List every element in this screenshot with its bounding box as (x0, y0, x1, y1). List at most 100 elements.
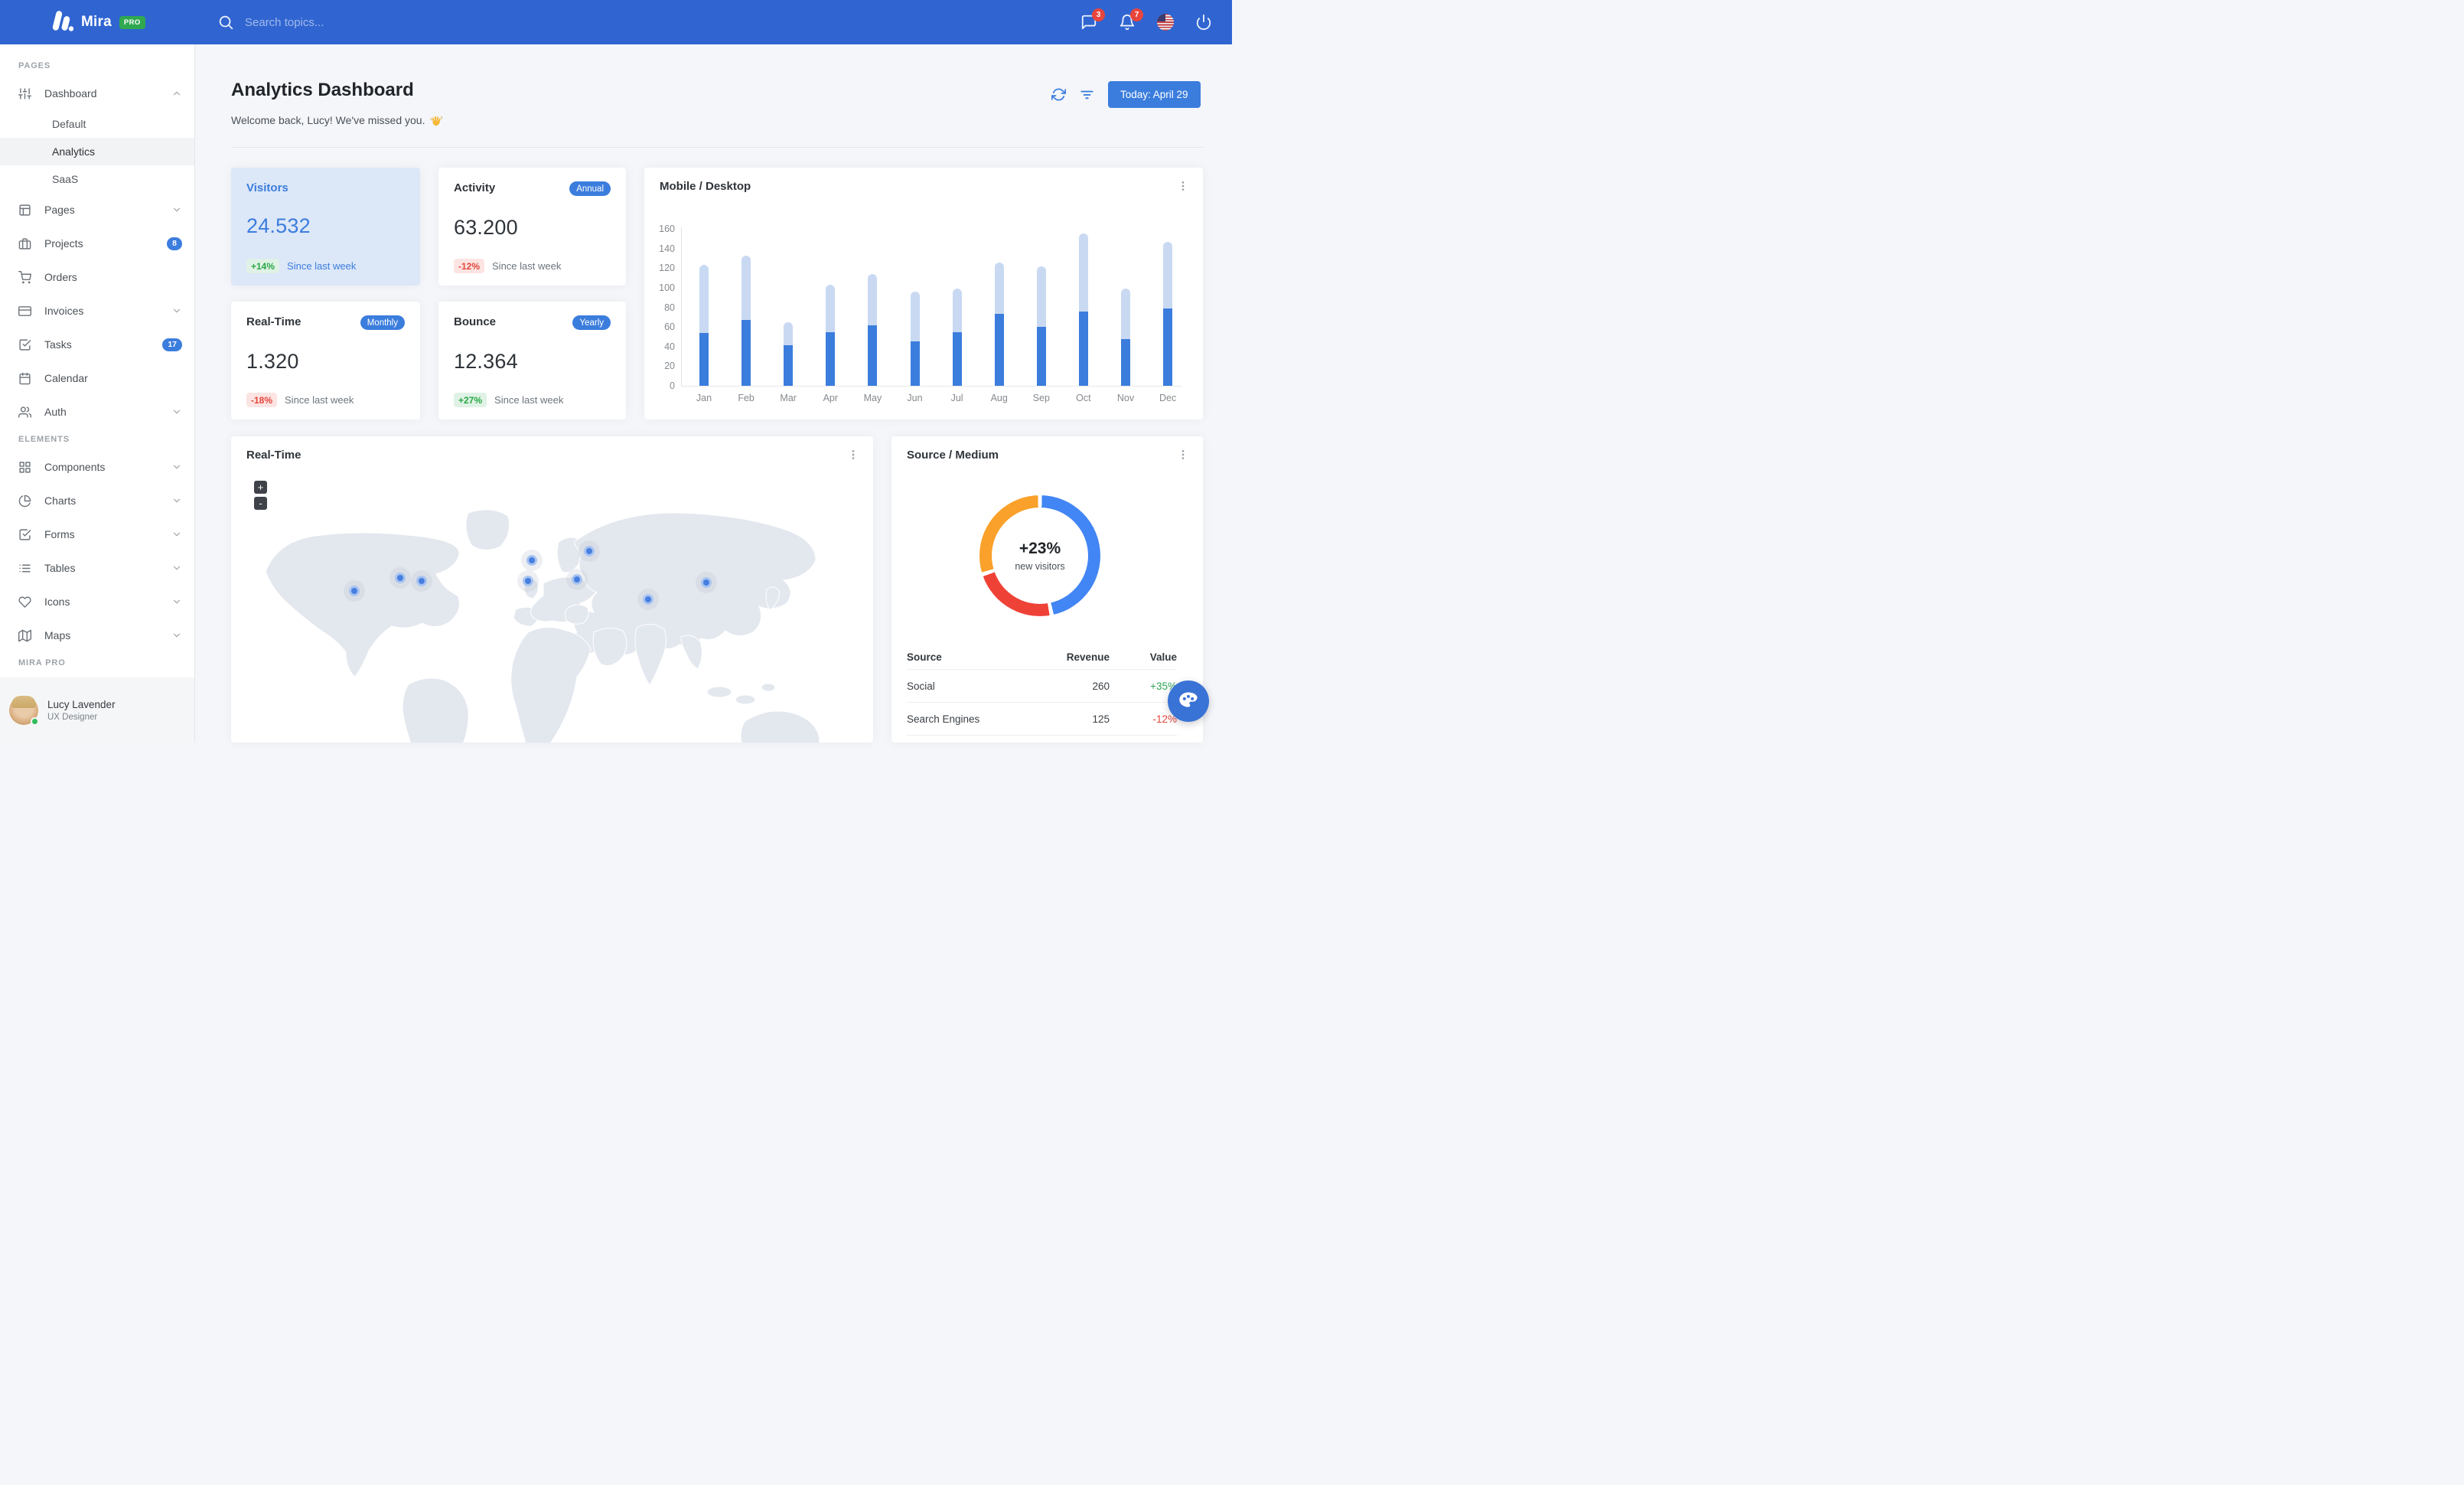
map-marker-0[interactable] (349, 586, 360, 596)
sidebar-item-label: Pages (44, 204, 75, 216)
x-axis-label: Dec (1159, 393, 1177, 403)
sidebar-item-forms[interactable]: Forms (0, 517, 194, 551)
y-axis-tick: 100 (659, 282, 675, 293)
stat-period-badge[interactable]: Yearly (572, 315, 611, 330)
heart-icon (18, 596, 31, 609)
stat-delta-chip: -18% (246, 393, 278, 407)
sidebar-item-label: Auth (44, 406, 67, 418)
donut-center-label: new visitors (1015, 561, 1065, 572)
sidebar-item-projects[interactable]: Projects 8 (0, 227, 194, 260)
messages-icon[interactable]: 3 (1080, 8, 1105, 31)
sidebar-item-calendar[interactable]: Calendar (0, 361, 194, 395)
stat-card-title: Activity (454, 181, 496, 194)
sidebar-item-invoices[interactable]: Invoices (0, 294, 194, 328)
sidebar-item-orders[interactable]: Orders (0, 260, 194, 294)
sidebar-item-pages[interactable]: Pages (0, 193, 194, 227)
bar-may (868, 273, 878, 386)
source-medium-card: Source / Medium +23% new visitors Source… (891, 436, 1203, 742)
stat-card-real-time: Real-Time Monthly 1.320 -18% Since last week (231, 302, 420, 419)
us-flag-icon[interactable] (1157, 14, 1174, 31)
y-axis (681, 227, 682, 386)
stat-card-title: Bounce (454, 315, 497, 328)
bar-mobile-segment (741, 320, 751, 386)
sidebar-item-tasks[interactable]: Tasks 17 (0, 328, 194, 361)
stat-delta-chip: +27% (454, 393, 487, 407)
more-vertical-icon[interactable] (847, 449, 859, 461)
bar-oct (1078, 233, 1088, 386)
sidebar-item-label: Dashboard (44, 87, 97, 100)
x-axis-label: Jan (696, 393, 712, 403)
chevron-down-icon (171, 529, 182, 540)
bar-mar (784, 321, 794, 386)
bar-mobile-segment (952, 331, 962, 386)
more-vertical-icon[interactable] (1177, 449, 1189, 461)
power-icon[interactable] (1195, 14, 1212, 31)
notifications-bell-icon[interactable]: 7 (1119, 8, 1143, 31)
bar-jun (910, 292, 920, 386)
x-axis-label: Nov (1116, 393, 1135, 403)
sidebar-item-default[interactable]: Default (0, 110, 194, 138)
search-input[interactable] (245, 15, 413, 29)
bar-feb (741, 255, 751, 386)
stat-card-visitors: Visitors 24.532 +14% Since last week (231, 168, 420, 286)
messages-badge: 3 (1092, 8, 1105, 21)
sidebar-item-label: Analytics (52, 145, 96, 158)
sidebar-item-maps[interactable]: Maps (0, 618, 194, 652)
sidebar-item-components[interactable]: Components (0, 450, 194, 484)
chevron-down-icon (171, 406, 182, 417)
refresh-icon[interactable] (1051, 87, 1066, 102)
map-marker-4[interactable] (523, 576, 533, 586)
sidebar-item-saas[interactable]: SaaS (0, 165, 194, 193)
map-marker-8[interactable] (701, 577, 712, 588)
filter-icon[interactable] (1080, 87, 1094, 102)
map-marker-2[interactable] (416, 576, 427, 586)
sidebar-item-charts[interactable]: Charts (0, 484, 194, 517)
sidebar-item-label: Default (52, 118, 86, 130)
sidebar-item-tables[interactable]: Tables (0, 551, 194, 585)
users-icon (18, 406, 31, 419)
map-marker-7[interactable] (643, 594, 653, 605)
sidebar-item-label: Orders (44, 271, 77, 283)
sliders-icon (18, 87, 31, 100)
sidebar-item-label: Calendar (44, 372, 88, 384)
bar-mobile-segment (868, 325, 878, 386)
stat-period-badge[interactable]: Annual (569, 181, 611, 196)
pro-badge: PRO (119, 15, 145, 29)
bar-mobile-segment (1121, 338, 1130, 386)
map-zoom-out-button[interactable]: - (254, 497, 267, 510)
stat-delta-chip: -12% (454, 259, 485, 273)
bar-nov (1121, 289, 1130, 386)
map-zoom-in-button[interactable]: + (254, 481, 267, 494)
theme-settings-fab[interactable] (1168, 680, 1209, 722)
sidebar-item-dashboard[interactable]: Dashboard (0, 77, 194, 110)
bar-mobile-segment (910, 341, 920, 386)
map-marker-3[interactable] (526, 555, 537, 566)
x-axis-label: Feb (738, 393, 755, 403)
map-marker-5[interactable] (584, 546, 595, 556)
sidebar-item-auth[interactable]: Auth (0, 395, 194, 429)
cell-source: Social (907, 680, 935, 692)
x-axis-label: Oct (1076, 393, 1091, 403)
brand[interactable]: Mira PRO (51, 0, 145, 44)
palette-icon (1178, 690, 1199, 713)
user-role: UX Designer (47, 712, 98, 722)
stat-card-activity: Activity Annual 63.200 -12% Since last week (438, 168, 626, 286)
sidebar-item-label: Icons (44, 596, 70, 608)
stat-period-badge[interactable]: Monthly (360, 315, 405, 330)
source-medium-title: Source / Medium (907, 449, 999, 462)
date-button[interactable]: Today: April 29 (1108, 81, 1201, 108)
stat-caption: Since last week (285, 394, 354, 406)
bar-mobile-segment (826, 331, 836, 386)
chevron-down-icon (171, 596, 182, 607)
pie-chart-icon (18, 494, 31, 508)
sidebar-item-icons[interactable]: Icons (0, 585, 194, 618)
sidebar-item-analytics[interactable]: Analytics (0, 138, 194, 165)
cell-source: Search Engines (907, 713, 980, 725)
x-axis-label: Jul (950, 393, 963, 403)
y-axis-tick: 160 (659, 224, 675, 234)
map-marker-1[interactable] (395, 573, 406, 583)
stat-value: 12.364 (454, 350, 518, 373)
sidebar-user[interactable]: Lucy Lavender UX Designer (0, 677, 194, 742)
map-marker-6[interactable] (572, 574, 582, 585)
bar-mobile-segment (1078, 311, 1088, 386)
